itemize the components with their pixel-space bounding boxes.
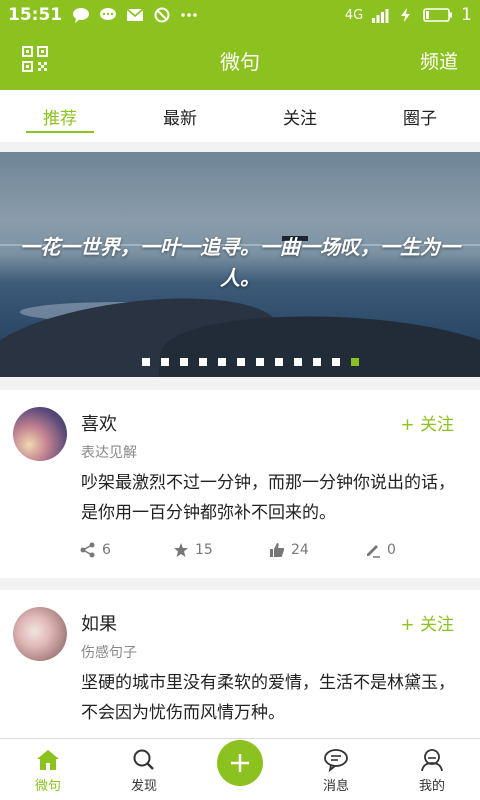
post-author[interactable]: 如果 — [81, 610, 117, 636]
favorite-button[interactable]: 15 — [173, 542, 269, 558]
share-count: 6 — [102, 542, 111, 558]
carousel-dot[interactable] — [255, 358, 264, 366]
nav-publish[interactable] — [192, 739, 288, 800]
post-text[interactable]: 坚硬的城市里没有柔软的爱情，生活不是林黛玉，不会因为忧伤而风情万种。 — [81, 668, 458, 728]
carousel-dot[interactable] — [312, 358, 321, 366]
share-icon — [80, 542, 95, 558]
carousel-dot[interactable] — [331, 358, 340, 366]
home-icon — [37, 750, 59, 770]
banner-quote: 一花一世界，一叶一追寻。一曲一场叹，一生为一人。 — [20, 235, 460, 290]
search-icon — [133, 749, 154, 770]
avatar[interactable] — [13, 407, 67, 461]
nav-home-label: 微句 — [34, 779, 61, 794]
follow-button[interactable]: + 关注 — [400, 410, 454, 435]
app-header: 微句 频道 — [0, 30, 480, 90]
avatar[interactable] — [13, 607, 67, 661]
carousel-dot[interactable] — [160, 358, 169, 366]
tab-following[interactable]: 关注 — [240, 90, 360, 142]
like-count: 24 — [291, 542, 309, 558]
qr-code-icon[interactable] — [22, 46, 48, 72]
chat-bubble-icon — [73, 8, 90, 23]
carousel-dot[interactable] — [141, 358, 150, 366]
message-dots-icon — [100, 8, 117, 20]
post-category[interactable]: 伤感句子 — [81, 642, 137, 662]
comment-button[interactable]: 0 — [365, 542, 425, 558]
nav-home[interactable]: 微句 — [0, 739, 96, 800]
status-time: 15:51 — [8, 5, 63, 25]
nav-discover-label: 发现 — [130, 779, 157, 794]
network-type: 4G — [344, 7, 364, 23]
bottom-navigation: 微句 发现 消息 我的 — [0, 738, 480, 800]
mail-icon — [126, 8, 144, 21]
banner-carousel[interactable]: 一花一世界，一叶一追寻。一曲一场叹，一生为一人。 — [0, 152, 480, 377]
carousel-dot[interactable] — [293, 358, 302, 366]
tab-circles[interactable]: 圈子 — [360, 90, 480, 142]
tab-latest[interactable]: 最新 — [120, 90, 240, 142]
battery-level: 1 — [461, 5, 472, 25]
blocked-icon — [154, 7, 170, 23]
post-text[interactable]: 吵架最激烈不过一分钟，而那一分钟你说出的话，是你用一百分钟都弥补不回来的。 — [81, 468, 458, 528]
post-card[interactable]: 如果 伤感句子 + 关注 坚硬的城市里没有柔软的爱情，生活不是林黛玉，不会因为忧… — [0, 590, 480, 750]
page-title: 微句 — [220, 49, 260, 74]
favorite-count: 15 — [195, 542, 213, 558]
like-button[interactable]: 24 — [269, 542, 365, 558]
carousel-dot[interactable] — [274, 358, 283, 366]
signal-icon — [372, 9, 389, 23]
charging-icon — [401, 8, 411, 22]
message-icon — [324, 749, 348, 772]
nav-profile[interactable]: 我的 — [384, 739, 480, 800]
comment-count: 0 — [387, 542, 396, 558]
more-dots-icon — [181, 13, 197, 17]
carousel-dot[interactable] — [217, 358, 226, 366]
tab-recommended[interactable]: 推荐 — [0, 90, 120, 142]
pencil-icon — [367, 545, 380, 558]
nav-messages[interactable]: 消息 — [288, 739, 384, 800]
carousel-dot[interactable] — [179, 358, 188, 366]
plus-icon — [231, 754, 249, 772]
follow-button[interactable]: + 关注 — [400, 610, 454, 635]
nav-profile-label: 我的 — [418, 779, 445, 794]
post-actions: 6 15 24 0 — [80, 542, 425, 558]
status-bar: 15:51 4G 1 — [0, 0, 480, 30]
profile-icon — [421, 749, 443, 772]
carousel-dot[interactable] — [350, 358, 359, 366]
post-category[interactable]: 表达见解 — [81, 442, 137, 462]
star-icon — [174, 543, 188, 557]
tab-bar: 推荐 最新 关注 圈子 — [0, 90, 480, 142]
nav-discover[interactable]: 发现 — [96, 739, 192, 800]
channel-button[interactable]: 频道 — [420, 47, 458, 74]
nav-messages-label: 消息 — [322, 779, 349, 794]
battery-icon — [423, 8, 453, 22]
carousel-dot[interactable] — [236, 358, 245, 366]
post-author[interactable]: 喜欢 — [81, 410, 117, 436]
publish-button[interactable] — [217, 740, 263, 786]
carousel-dot[interactable] — [198, 358, 207, 366]
share-button[interactable]: 6 — [80, 542, 173, 558]
carousel-indicators — [0, 358, 480, 366]
thumbs-up-icon — [270, 543, 285, 557]
post-card[interactable]: 喜欢 表达见解 + 关注 吵架最激烈不过一分钟，而那一分钟你说出的话，是你用一百… — [0, 390, 480, 578]
